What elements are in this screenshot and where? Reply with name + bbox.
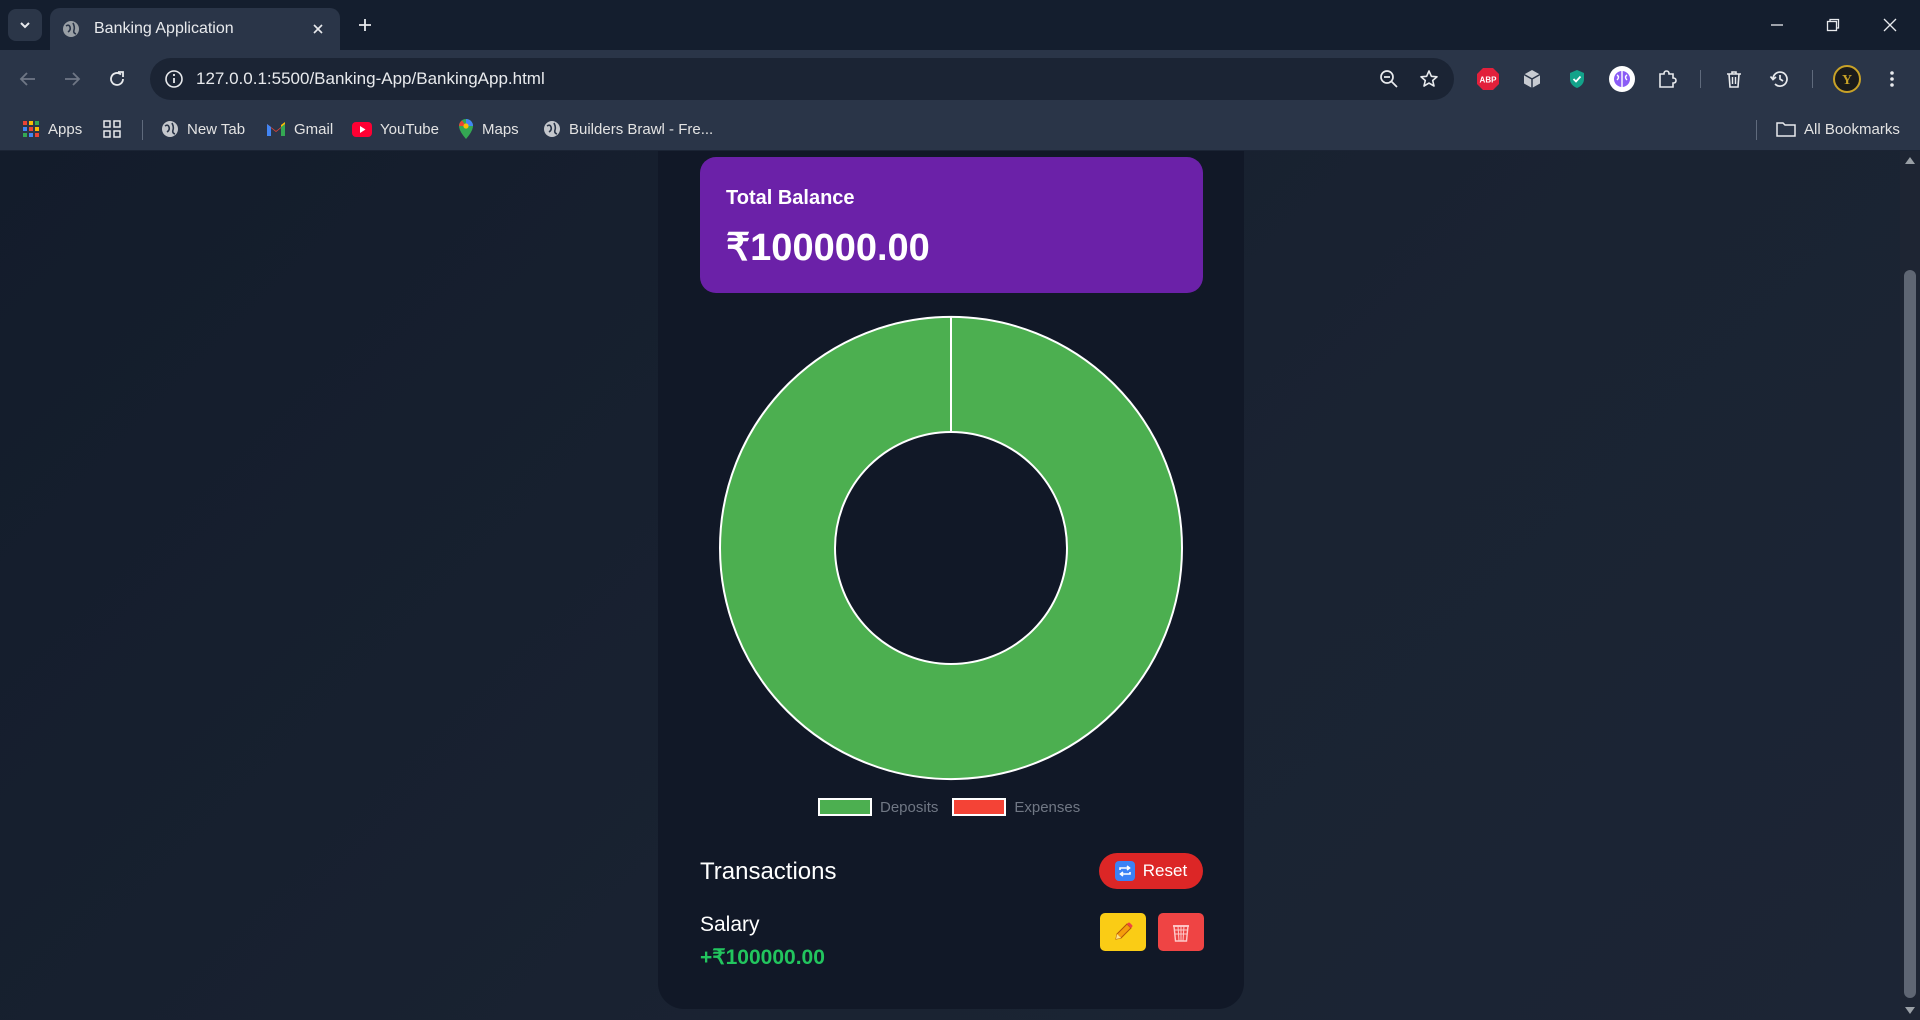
svg-text:ABP: ABP (1480, 76, 1498, 85)
profile-icon[interactable]: Y (1831, 63, 1863, 95)
doughnut-svg (718, 316, 1184, 780)
legend-item-deposits[interactable]: Deposits (818, 798, 938, 816)
zoom-out-icon[interactable] (1374, 64, 1404, 94)
folder-icon (1776, 122, 1796, 137)
restore-icon (1826, 18, 1840, 32)
adblock-plus-icon[interactable]: ABP (1472, 63, 1504, 95)
edit-transaction-button[interactable] (1100, 913, 1146, 951)
back-button[interactable] (12, 63, 44, 95)
reset-label: Reset (1142, 861, 1188, 880)
youtube-icon (352, 121, 372, 137)
wastebasket-icon (1173, 925, 1189, 942)
bookmark-gmail[interactable]: Gmail (266, 118, 333, 140)
bookmark-maps[interactable]: Maps (458, 118, 519, 140)
browser-title-bar: Banking Application (0, 0, 1920, 50)
svg-text:Y: Y (1842, 73, 1852, 88)
history-icon[interactable] (1764, 63, 1796, 95)
new-tab-button[interactable] (352, 12, 378, 38)
balance-doughnut-chart (718, 315, 1184, 781)
legend-swatch-deposits (818, 798, 872, 816)
gmail-icon (267, 122, 285, 136)
bookmark-label: Builders Brawl - Fre... (569, 120, 714, 138)
minimize-icon (1771, 24, 1783, 26)
shield-extension-icon[interactable] (1561, 63, 1593, 95)
minimize-button[interactable] (1760, 8, 1794, 42)
page-viewport: Total Balance ₹100000.00 Deposits Expens… (0, 151, 1900, 1020)
arrow-right-icon (65, 72, 81, 86)
reset-icon (1114, 861, 1135, 881)
bookmarks-bar: Apps New Tab Gmail YouTube Maps Builders… (0, 108, 1920, 151)
legend-label: Deposits (880, 798, 939, 816)
chart-legend: Deposits Expenses (818, 797, 1094, 817)
bookmark-star-icon[interactable] (1414, 64, 1444, 94)
cube-extension-icon[interactable] (1516, 63, 1548, 95)
browser-tab[interactable]: Banking Application (50, 8, 340, 50)
banking-card: Total Balance ₹100000.00 Deposits Expens… (658, 151, 1244, 1009)
reload-icon (110, 71, 124, 86)
browser-toolbar: 127.0.0.1:5500/Banking-App/BankingApp.ht… (0, 50, 1920, 108)
url-text[interactable]: 127.0.0.1:5500/Banking-App/BankingApp.ht… (196, 69, 1374, 89)
apps-grid-icon (23, 121, 39, 137)
legend-item-expenses[interactable]: Expenses (952, 798, 1080, 816)
bookmark-youtube[interactable]: YouTube (352, 118, 439, 140)
maps-icon (459, 119, 473, 139)
brain-extension-icon[interactable] (1606, 63, 1638, 95)
transactions-title: Transactions (700, 858, 837, 885)
puzzle-icon[interactable] (1651, 63, 1683, 95)
tab-groups-button[interactable] (102, 118, 130, 140)
scroll-thumb[interactable] (1904, 270, 1916, 998)
bookmark-apps[interactable]: Apps (22, 118, 82, 140)
bookmark-builders-brawl[interactable]: Builders Brawl - Fre... (543, 118, 713, 140)
close-window-button[interactable] (1873, 8, 1907, 42)
tab-search-button[interactable] (8, 9, 42, 41)
chevron-down-icon (20, 22, 30, 29)
page-scrollbar[interactable] (1900, 151, 1920, 1020)
delete-transaction-button[interactable] (1158, 913, 1204, 951)
trash-icon[interactable] (1718, 63, 1750, 95)
all-bookmarks-button[interactable]: All Bookmarks (1776, 118, 1900, 140)
pencil-icon (1115, 922, 1133, 940)
more-menu-icon[interactable] (1876, 63, 1908, 95)
legend-swatch-expenses (952, 798, 1007, 816)
bookmark-label: Maps (482, 120, 519, 138)
globe-icon (544, 121, 560, 137)
reset-button[interactable]: Reset (1099, 853, 1203, 889)
bookmark-label: Gmail (294, 120, 334, 138)
transaction-name: Salary (700, 913, 760, 936)
balance-card: Total Balance ₹100000.00 (700, 157, 1203, 293)
close-icon (1883, 18, 1897, 32)
site-info-icon[interactable] (162, 67, 186, 91)
tab-close-icon[interactable] (306, 17, 330, 41)
globe-icon (63, 21, 79, 37)
bookmark-label: New Tab (187, 120, 246, 138)
arrow-left-icon (19, 72, 35, 86)
plus-icon (359, 19, 371, 31)
reload-button[interactable] (101, 63, 133, 95)
globe-icon (162, 121, 178, 137)
balance-label: Total Balance (726, 187, 855, 209)
address-bar[interactable]: 127.0.0.1:5500/Banking-App/BankingApp.ht… (150, 58, 1454, 100)
scroll-down-arrow-icon[interactable] (1905, 1007, 1915, 1014)
bookmark-label: Apps (48, 120, 83, 138)
bookmark-label: All Bookmarks (1804, 120, 1900, 138)
forward-button[interactable] (56, 63, 88, 95)
bookmark-label: YouTube (380, 120, 439, 138)
tab-groups-icon (103, 120, 121, 138)
legend-label: Expenses (1014, 798, 1081, 816)
balance-amount: ₹100000.00 (726, 227, 930, 269)
transaction-amount: +₹100000.00 (700, 946, 825, 969)
tab-title: Banking Application (94, 20, 234, 37)
scroll-up-arrow-icon[interactable] (1905, 157, 1915, 164)
restore-button[interactable] (1816, 8, 1850, 42)
bookmark-new-tab[interactable]: New Tab (161, 118, 245, 140)
